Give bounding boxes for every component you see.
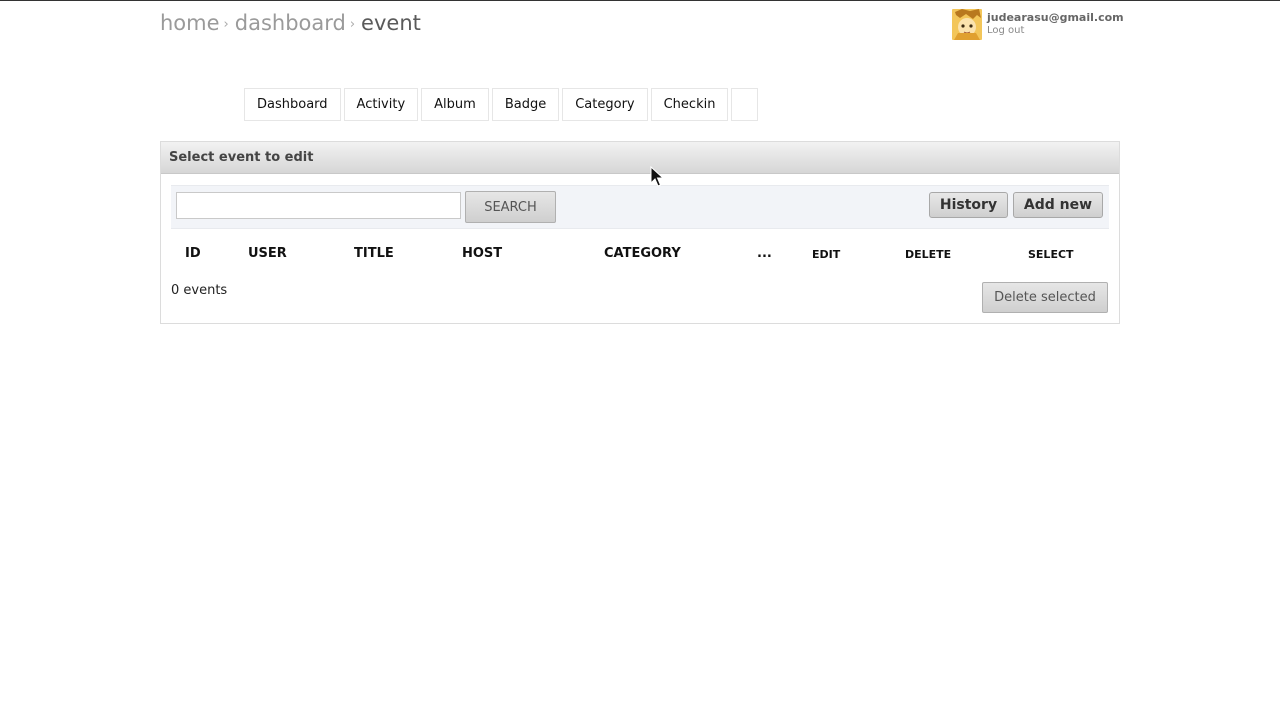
column-header-more[interactable]: ... (757, 246, 772, 261)
user-email: judearasu@gmail.com (987, 11, 1124, 24)
logout-link[interactable]: Log out (987, 25, 1124, 36)
mouse-pointer-icon (650, 165, 665, 192)
panel-title: Select event to edit (161, 142, 1119, 174)
column-header-host[interactable]: HOST (462, 246, 502, 261)
column-header-edit: EDIT (812, 248, 841, 261)
avatar (952, 9, 982, 40)
add-new-button[interactable]: Add new (1013, 192, 1103, 218)
user-box: judearasu@gmail.com Log out (952, 9, 1124, 40)
menu-item-category[interactable]: Category (562, 88, 648, 121)
result-count: 0 events (171, 283, 228, 298)
search-input[interactable] (176, 192, 461, 219)
breadcrumb-dashboard-link[interactable]: dashboard (235, 11, 346, 35)
breadcrumb: home › dashboard › event (160, 11, 421, 35)
column-header-title[interactable]: TITLE (354, 246, 394, 261)
menu-item-album[interactable]: Album (421, 88, 489, 121)
breadcrumb-separator: › (223, 17, 229, 32)
menu-item-dashboard[interactable]: Dashboard (244, 88, 341, 121)
app-menu: Dashboard Activity Album Badge Category … (244, 88, 761, 121)
top-border-line (0, 0, 1280, 1)
search-button[interactable]: SEARCH (465, 191, 556, 223)
menu-item-activity[interactable]: Activity (343, 88, 419, 121)
column-header-category[interactable]: CATEGORY (604, 246, 681, 261)
column-header-select: SELECT (1028, 248, 1074, 261)
breadcrumb-separator: › (349, 17, 356, 32)
history-button[interactable]: History (929, 192, 1008, 218)
column-header-delete: DELETE (905, 248, 952, 261)
changelist-panel: Select event to edit SEARCH History Add … (160, 141, 1120, 324)
menu-item-checkin[interactable]: Checkin (650, 88, 729, 121)
column-header-user[interactable]: USER (248, 246, 287, 261)
delete-selected-button[interactable]: Delete selected (982, 282, 1108, 313)
column-header-id[interactable]: ID (185, 246, 201, 261)
user-info: judearasu@gmail.com Log out (987, 9, 1124, 40)
menu-item-more[interactable] (731, 88, 759, 121)
menu-item-badge[interactable]: Badge (491, 88, 560, 121)
search-toolbar: SEARCH History Add new (171, 185, 1109, 229)
breadcrumb-home-link[interactable]: home (160, 11, 220, 35)
breadcrumb-current: event (361, 11, 421, 35)
